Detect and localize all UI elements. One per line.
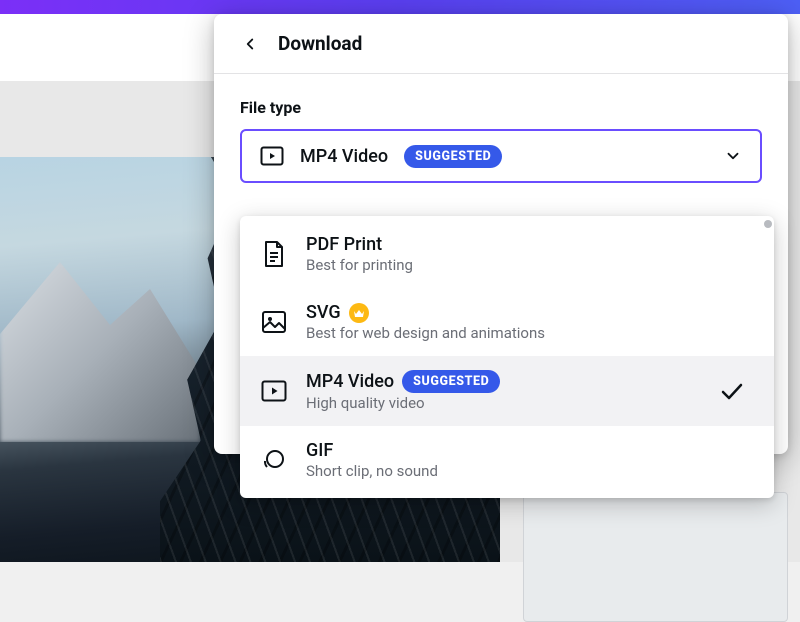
- back-button[interactable]: [240, 34, 260, 54]
- check-icon: [720, 381, 744, 401]
- panel-header: Download: [214, 14, 788, 74]
- suggested-badge: SUGGESTED: [404, 145, 502, 168]
- panel-body: File type MP4 Video SUGGESTED: [214, 74, 788, 183]
- video-play-icon: [260, 146, 284, 166]
- file-type-dropdown: PDF Print Best for printing SVG: [240, 216, 774, 498]
- chevron-down-icon: [724, 147, 742, 165]
- selected-file-type-label: MP4 Video: [300, 146, 388, 167]
- option-title: MP4 Video: [306, 371, 394, 392]
- gif-stack-icon: [260, 446, 288, 474]
- option-desc: Short clip, no sound: [306, 462, 438, 480]
- file-pdf-icon: [260, 240, 288, 268]
- download-panel: Download File type MP4 Video SUGGESTED: [214, 14, 788, 454]
- side-panel-placeholder: [523, 492, 788, 622]
- premium-crown-icon: [349, 303, 369, 323]
- panel-title: Download: [278, 32, 362, 55]
- image-icon: [260, 308, 288, 336]
- option-title: GIF: [306, 440, 333, 461]
- option-mp4-video[interactable]: MP4 Video SUGGESTED High quality video: [240, 356, 774, 426]
- option-pdf-print[interactable]: PDF Print Best for printing: [240, 220, 774, 288]
- app-topbar: [0, 0, 800, 14]
- option-title: SVG: [306, 302, 341, 323]
- option-svg[interactable]: SVG Best for web design and animations: [240, 288, 774, 356]
- option-desc: Best for web design and animations: [306, 324, 545, 342]
- file-type-select[interactable]: MP4 Video SUGGESTED: [240, 129, 762, 183]
- chevron-left-icon: [241, 35, 259, 53]
- dropdown-scrollbar[interactable]: [764, 220, 772, 498]
- video-play-icon: [260, 377, 288, 405]
- option-title: PDF Print: [306, 234, 382, 255]
- option-desc: High quality video: [306, 394, 425, 412]
- suggested-badge: SUGGESTED: [402, 370, 500, 393]
- option-gif[interactable]: GIF Short clip, no sound: [240, 426, 774, 494]
- option-desc: Best for printing: [306, 256, 413, 274]
- file-type-label: File type: [240, 98, 762, 117]
